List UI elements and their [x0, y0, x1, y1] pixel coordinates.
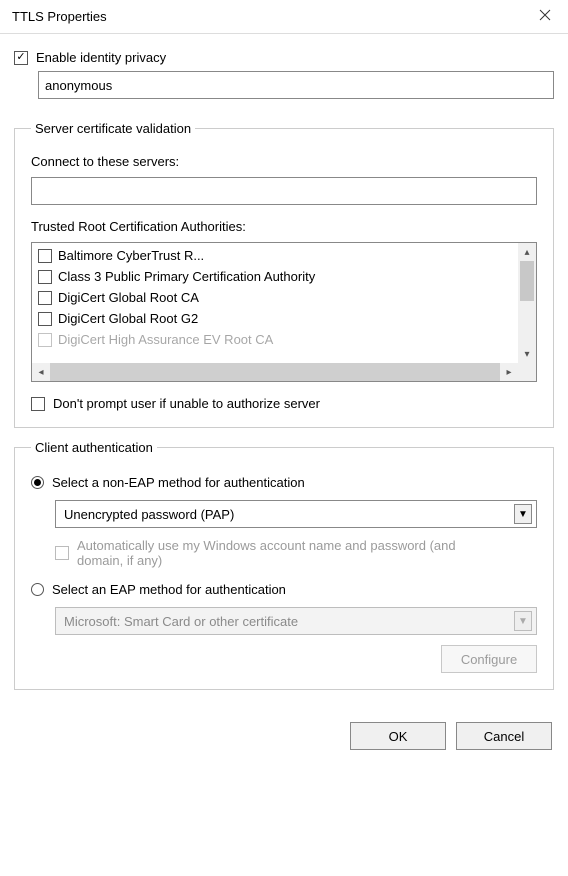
- non-eap-radio-label: Select a non-EAP method for authenticati…: [52, 475, 305, 490]
- auto-credentials-label: Automatically use my Windows account nam…: [77, 538, 477, 568]
- hscroll-track[interactable]: [50, 363, 500, 381]
- ca-list-item[interactable]: DigiCert Global Root CA: [32, 287, 518, 308]
- enable-identity-label: Enable identity privacy: [36, 50, 166, 65]
- titlebar: TTLS Properties: [0, 0, 568, 34]
- close-button[interactable]: [522, 1, 568, 33]
- ca-list-item[interactable]: DigiCert High Assurance EV Root CA: [32, 329, 518, 350]
- eap-method-value: Microsoft: Smart Card or other certifica…: [64, 614, 298, 629]
- ca-list-item[interactable]: Baltimore CyberTrust R...: [32, 245, 518, 266]
- scroll-up-arrow-icon[interactable]: ▴: [518, 243, 536, 261]
- non-eap-radio[interactable]: [31, 476, 44, 489]
- non-eap-method-value: Unencrypted password (PAP): [64, 507, 234, 522]
- eap-radio[interactable]: [31, 583, 44, 596]
- identity-input[interactable]: [38, 71, 554, 99]
- dialog-footer: OK Cancel: [0, 712, 568, 762]
- eap-radio-row[interactable]: Select an EAP method for authentication: [31, 582, 537, 597]
- connect-servers-input[interactable]: [31, 177, 537, 205]
- configure-button: Configure: [441, 645, 537, 673]
- enable-identity-row[interactable]: Enable identity privacy: [14, 50, 554, 65]
- non-eap-radio-row[interactable]: Select a non-EAP method for authenticati…: [31, 475, 537, 490]
- server-validation-group: Server certificate validation Connect to…: [14, 121, 554, 428]
- ca-item-label: DigiCert Global Root G2: [58, 311, 198, 326]
- chevron-down-icon[interactable]: ▼: [514, 504, 532, 524]
- ca-list-item[interactable]: Class 3 Public Primary Certification Aut…: [32, 266, 518, 287]
- ca-item-checkbox[interactable]: [38, 333, 52, 347]
- enable-identity-checkbox[interactable]: [14, 51, 28, 65]
- scrollbar-corner: [518, 363, 536, 381]
- connect-servers-label: Connect to these servers:: [31, 154, 537, 169]
- dont-prompt-label: Don't prompt user if unable to authorize…: [53, 396, 320, 411]
- dont-prompt-checkbox[interactable]: [31, 397, 45, 411]
- cancel-button[interactable]: Cancel: [456, 722, 552, 750]
- client-auth-group: Client authentication Select a non-EAP m…: [14, 440, 554, 690]
- close-icon: [539, 8, 551, 26]
- dont-prompt-row[interactable]: Don't prompt user if unable to authorize…: [31, 396, 537, 411]
- server-validation-legend: Server certificate validation: [31, 121, 195, 136]
- ca-item-checkbox[interactable]: [38, 312, 52, 326]
- ca-item-label: Class 3 Public Primary Certification Aut…: [58, 269, 315, 284]
- scroll-down-arrow-icon[interactable]: ▾: [518, 345, 536, 363]
- ca-item-label: DigiCert High Assurance EV Root CA: [58, 332, 273, 347]
- chevron-down-icon: ▼: [514, 611, 532, 631]
- ca-item-checkbox[interactable]: [38, 291, 52, 305]
- window-title: TTLS Properties: [12, 9, 107, 24]
- ca-list-label: Trusted Root Certification Authorities:: [31, 219, 537, 234]
- ca-item-label: Baltimore CyberTrust R...: [58, 248, 204, 263]
- ok-button[interactable]: OK: [350, 722, 446, 750]
- ca-listbox[interactable]: Baltimore CyberTrust R... Class 3 Public …: [31, 242, 537, 382]
- ca-item-label: DigiCert Global Root CA: [58, 290, 199, 305]
- client-auth-legend: Client authentication: [31, 440, 157, 455]
- horizontal-scrollbar[interactable]: ◂ ▸: [32, 363, 518, 381]
- scroll-right-arrow-icon[interactable]: ▸: [500, 367, 518, 378]
- non-eap-method-dropdown[interactable]: Unencrypted password (PAP) ▼: [55, 500, 537, 528]
- eap-method-dropdown: Microsoft: Smart Card or other certifica…: [55, 607, 537, 635]
- eap-radio-label: Select an EAP method for authentication: [52, 582, 286, 597]
- scroll-thumb[interactable]: [520, 261, 534, 301]
- auto-credentials-checkbox: [55, 546, 69, 560]
- vertical-scrollbar[interactable]: ▴ ▾: [518, 243, 536, 363]
- auto-credentials-row: Automatically use my Windows account nam…: [55, 538, 537, 568]
- ca-item-checkbox[interactable]: [38, 249, 52, 263]
- ca-list-item[interactable]: DigiCert Global Root G2: [32, 308, 518, 329]
- ca-item-checkbox[interactable]: [38, 270, 52, 284]
- scroll-left-arrow-icon[interactable]: ◂: [32, 367, 50, 378]
